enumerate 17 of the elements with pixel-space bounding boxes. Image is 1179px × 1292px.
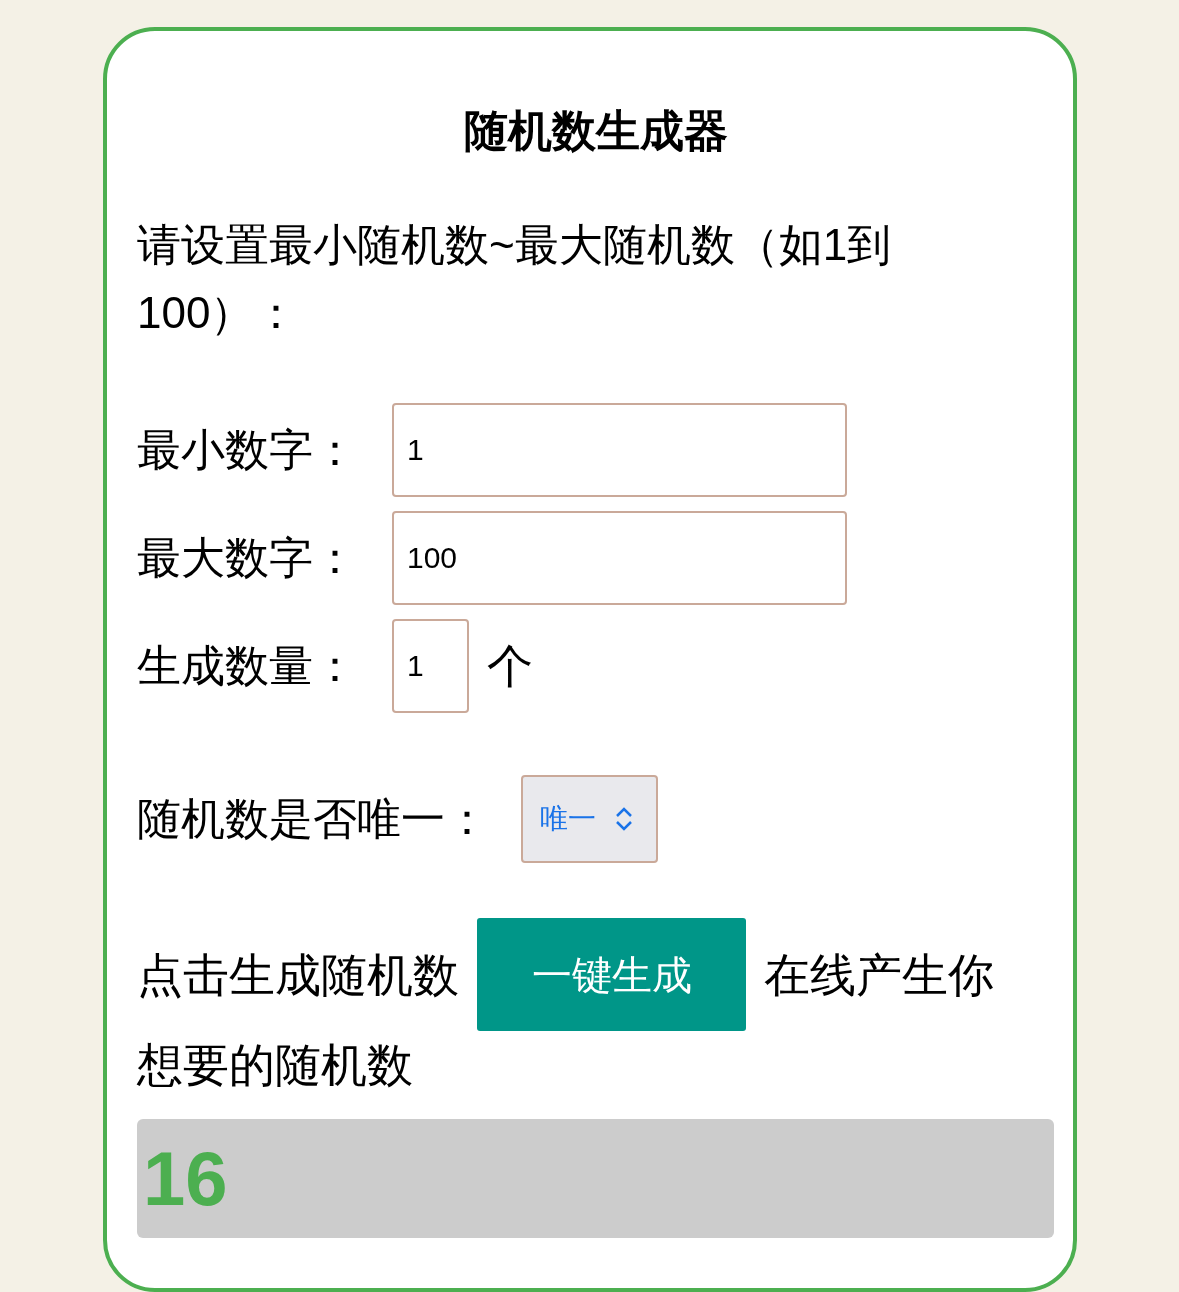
generate-button[interactable]: 一键生成 — [477, 918, 746, 1031]
instruction-text: 请设置最小随机数~最大随机数（如1到100）： — [137, 219, 893, 339]
field-label: 最小数字： — [137, 424, 358, 476]
prompt-text: 点击生成随机数 — [137, 947, 459, 1003]
unique-label: 随机数是否唯一： — [137, 793, 490, 845]
description-text: 想要的随机数 — [137, 1038, 413, 1093]
result-number: 16 — [143, 1134, 228, 1223]
unit-label: 个 — [487, 638, 533, 694]
field-label: 生成数量： — [137, 640, 358, 692]
number-field[interactable]: 100 — [392, 511, 847, 605]
unique-select[interactable]: 唯一 — [521, 775, 658, 863]
chevron-updown-icon — [614, 806, 634, 832]
description-text: 在线产生你 — [764, 947, 994, 1003]
number-field[interactable]: 1 — [392, 403, 847, 497]
count-field[interactable]: 1 — [392, 619, 469, 713]
field-label: 最大数字： — [137, 532, 358, 584]
page-title: 随机数生成器 — [463, 105, 728, 157]
